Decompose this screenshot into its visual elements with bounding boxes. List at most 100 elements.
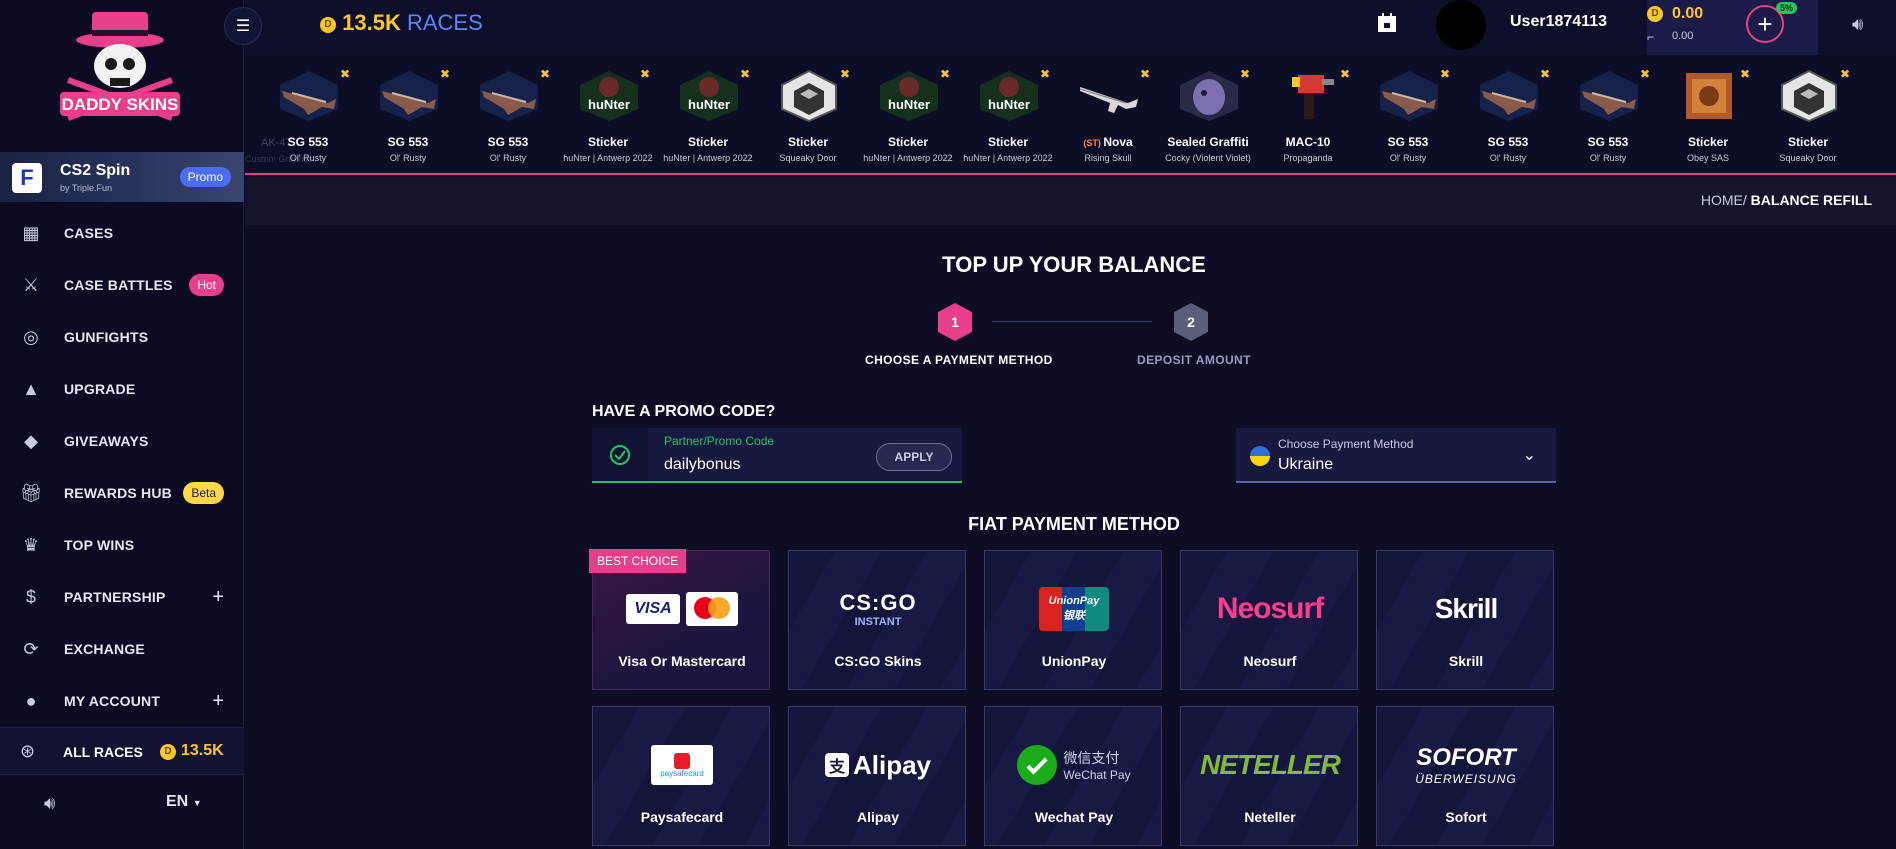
close-icon[interactable]: ✖ <box>1240 67 1250 81</box>
close-icon[interactable]: ✖ <box>940 67 950 81</box>
close-icon[interactable]: ✖ <box>740 67 750 81</box>
drop-item[interactable]: ✖ Sticker Squeaky Door <box>1758 55 1858 173</box>
promo-code-input[interactable]: dailybonus <box>664 456 741 474</box>
hunter-item-icon: huNter <box>878 69 940 123</box>
close-icon[interactable]: ✖ <box>1140 67 1150 81</box>
sidebar-item-my-account[interactable]: ● MY ACCOUNT + <box>0 675 244 727</box>
drop-item[interactable]: ✖ SG 553 Ol' Rusty <box>258 55 358 173</box>
close-icon[interactable]: ✖ <box>840 67 850 81</box>
pay-unionpay[interactable]: UnionPay 银联 UnionPay <box>984 550 1162 690</box>
drop-item-name: SG 553 <box>1587 135 1629 149</box>
pay-wechat[interactable]: 微信支付 WeChat Pay Wechat Pay <box>984 706 1162 846</box>
breadcrumb-home[interactable]: HOME <box>1701 192 1743 208</box>
expand-icon[interactable]: + <box>212 586 224 609</box>
drop-item[interactable]: ✖ SG 553 Ol' Rusty <box>358 55 458 173</box>
close-icon[interactable]: ✖ <box>1640 67 1650 81</box>
pay-alipay[interactable]: 支 Alipay Alipay <box>788 706 966 846</box>
drop-item[interactable]: ✖ SG 553 Ol' Rusty <box>1358 55 1458 173</box>
pay-sofort[interactable]: SOFORT ÜBERWEISUNG Sofort <box>1376 706 1554 846</box>
drop-item-sub: Ol' Rusty <box>1489 153 1527 163</box>
drop-item[interactable]: ✖ SG 553 Ol' Rusty <box>1458 55 1558 173</box>
drop-item-sub: Ol' Rusty <box>1589 153 1627 163</box>
apply-button[interactable]: APPLY <box>876 443 952 471</box>
hunter-item-icon: huNter <box>578 69 640 123</box>
drop-item[interactable]: ✖ Sticker Obey SAS <box>1658 55 1758 173</box>
sidebar-item-giveaways[interactable]: ◆ GIVEAWAYS <box>0 415 244 467</box>
avatar[interactable] <box>1436 0 1486 50</box>
drop-item[interactable]: huNter ✖ Sticker huNter | Antwerp 2022 <box>858 55 958 173</box>
diamond-icon: ◆ <box>24 430 38 451</box>
rifle-item-icon <box>278 69 340 123</box>
sidebar-item-label: REWARDS HUB <box>64 485 172 501</box>
drop-item[interactable]: ✖ (ST) Nova Rising Skull <box>1058 55 1158 173</box>
drop-item[interactable]: huNter ✖ Sticker huNter | Antwerp 2022 <box>558 55 658 173</box>
close-icon[interactable]: ✖ <box>1440 67 1450 81</box>
svg-text:huNter: huNter <box>688 97 730 112</box>
promo-badge: Promo <box>179 167 231 187</box>
header-races[interactable]: D 13.5K RACES <box>320 10 483 36</box>
username[interactable]: User1874113 <box>1510 13 1607 31</box>
close-icon[interactable]: ✖ <box>1840 67 1850 81</box>
drop-item-name: Sealed Graffiti <box>1167 135 1249 149</box>
drop-item-sub: Ol' Rusty <box>1389 153 1427 163</box>
cube-item-icon <box>1778 69 1840 123</box>
sidebar-item-rewards-hub[interactable]: 🎁︎ REWARDS HUB Beta <box>0 467 244 519</box>
page-title: TOP UP YOUR BALANCE <box>942 252 1206 277</box>
language-selector[interactable]: EN ▼ <box>166 793 202 811</box>
promo-heading: HAVE A PROMO CODE? <box>592 403 776 420</box>
step-1-label: CHOOSE A PAYMENT METHOD <box>865 353 1053 367</box>
calendar-icon[interactable] <box>1376 12 1398 34</box>
beta-badge: Beta <box>183 482 224 504</box>
drop-item-sub: Cocky (Violent Violet) <box>1165 153 1251 163</box>
drop-item-sub: Squeaky Door <box>1779 153 1837 163</box>
method-name: Neosurf <box>1243 653 1297 669</box>
drop-item[interactable]: ✖ SG 553 Ol' Rusty <box>1558 55 1658 173</box>
drop-item[interactable]: ✖ SG 553 Ol' Rusty <box>458 55 558 173</box>
close-icon[interactable]: ✖ <box>1740 67 1750 81</box>
close-icon[interactable]: ✖ <box>1540 67 1550 81</box>
payment-method-select[interactable]: Choose Payment Method Ukraine ⌄ <box>1236 428 1556 483</box>
close-icon[interactable]: ✖ <box>640 67 650 81</box>
drop-item[interactable]: ✖ Sticker Squeaky Door <box>758 55 858 173</box>
step-connector <box>992 321 1152 322</box>
drop-item[interactable]: huNter ✖ Sticker huNter | Antwerp 2022 <box>658 55 758 173</box>
sidebar-item-exchange[interactable]: ⟳ EXCHANGE <box>0 623 244 675</box>
svg-text:DADDY SKINS: DADDY SKINS <box>62 95 179 114</box>
neteller-logo: NETELLER <box>1200 749 1341 780</box>
method-name: Skrill <box>1448 653 1484 669</box>
alipay-logo: 支 Alipay <box>789 743 967 787</box>
drop-item-name: MAC-10 <box>1285 135 1331 149</box>
menu-toggle-button[interactable]: ☰ <box>224 7 262 45</box>
pay-paysafecard[interactable]: paysafecard Paysafecard <box>592 706 770 846</box>
drop-item-sub: Ol' Rusty <box>289 153 327 163</box>
sidebar-item-partnership[interactable]: $ PARTNERSHIP + <box>0 571 244 623</box>
breadcrumb-current: BALANCE REFILL <box>1750 192 1872 208</box>
drop-item[interactable]: ✖ Sealed Graffiti Cocky (Violent Violet) <box>1158 55 1258 173</box>
drop-item[interactable]: huNter ✖ Sticker huNter | Antwerp 2022 <box>958 55 1058 173</box>
volume-icon[interactable]: 🔊︎ <box>1852 14 1863 35</box>
sidebar-item-label: TOP WINS <box>64 537 135 553</box>
pay-skrill[interactable]: Skrill Skrill <box>1376 550 1554 690</box>
sound-toggle-icon[interactable]: 🔊︎ <box>44 793 55 814</box>
method-select-value: Ukraine <box>1278 456 1334 473</box>
sidebar-item-gunfights[interactable]: ◎ GUNFIGHTS <box>0 311 244 363</box>
close-icon[interactable]: ✖ <box>540 67 550 81</box>
cs2-spin-promo[interactable]: F CS2 Spin by Triple.Fun Promo <box>0 152 244 202</box>
drop-item[interactable]: ✖ MAC-10 Propaganda <box>1258 55 1358 173</box>
close-icon[interactable]: ✖ <box>340 67 350 81</box>
expand-icon[interactable]: + <box>212 690 224 713</box>
pay-neosurf[interactable]: Neosurf Neosurf <box>1180 550 1358 690</box>
top-header: ☰ D 13.5K RACES User1874113 D 0.00 ⌐ 0.0… <box>224 0 1896 55</box>
pay-csgo-skins[interactable]: CS:GO INSTANT CS:GO Skins <box>788 550 966 690</box>
sidebar-item-label: GUNFIGHTS <box>64 329 149 345</box>
pay-neteller[interactable]: NETELLER Neteller <box>1180 706 1358 846</box>
sidebar-item-upgrade[interactable]: ▲ UPGRADE <box>0 363 244 415</box>
secondary-balance: 0.00 <box>1672 30 1694 42</box>
all-races-link[interactable]: ⊛ ALL RACES D 13.5K <box>0 727 244 775</box>
close-icon[interactable]: ✖ <box>1340 67 1350 81</box>
daddyskins-logo[interactable]: DADDY SKINS <box>50 10 190 135</box>
method-name: Visa Or Mastercard <box>618 653 746 669</box>
close-icon[interactable]: ✖ <box>440 67 450 81</box>
drop-item-name: SG 553 <box>387 135 429 149</box>
close-icon[interactable]: ✖ <box>1040 67 1050 81</box>
